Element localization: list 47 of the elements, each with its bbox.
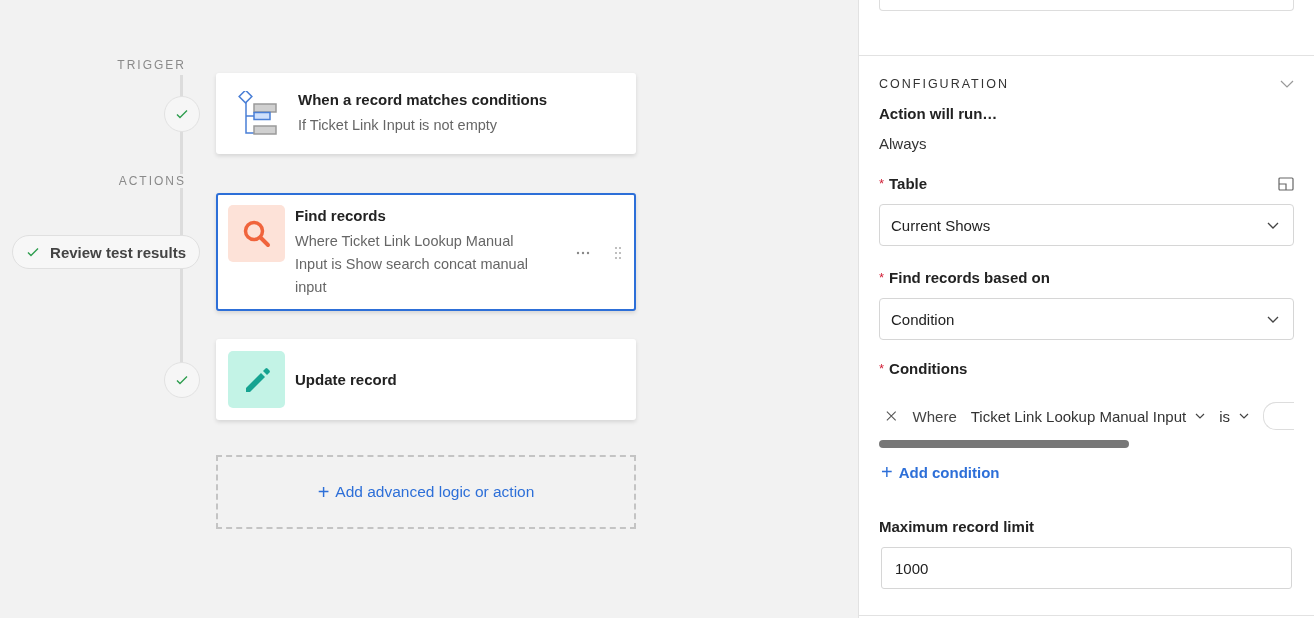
chevron-icon	[1267, 315, 1279, 323]
condition-prefix: Where	[912, 407, 957, 425]
input-field[interactable]	[879, 0, 1294, 11]
chevron-icon	[1195, 413, 1206, 419]
check-icon	[26, 245, 41, 259]
close-icon[interactable]	[886, 410, 897, 422]
field-dropdown[interactable]: Ticket Link Lookup Manual Input	[970, 407, 1206, 425]
dropdown[interactable]: Current Shows	[879, 204, 1294, 246]
trigger-card[interactable]: When a record matches conditions If Ticket Link Input is not empty	[216, 73, 636, 154]
required-mark: *	[879, 361, 885, 376]
review-results-button[interactable]: Review test results	[12, 235, 200, 269]
tree-icon	[236, 90, 280, 137]
action-card[interactable]: Update record	[216, 339, 636, 420]
chevron-icon[interactable]	[1280, 80, 1294, 88]
pencil-icon	[228, 351, 285, 408]
field-label: Conditions	[889, 360, 968, 377]
required-mark: *	[879, 176, 885, 191]
more-icon[interactable]	[576, 251, 590, 255]
value-field[interactable]	[1263, 402, 1294, 430]
action-card[interactable]: Find records Where Ticket Link Lookup Manual Input is Show search concat manual input	[216, 193, 636, 311]
field-label: Find records based on	[889, 269, 1050, 286]
chevron-icon	[1267, 221, 1279, 229]
add-logic-button[interactable]: + Add advanced logic or action	[216, 455, 636, 529]
field-label: Action will run…	[879, 105, 999, 122]
drag-handle-icon[interactable]	[614, 246, 622, 260]
card-title: Find records	[295, 207, 387, 224]
section-label: TRIGGER	[117, 58, 186, 72]
scrollbar[interactable]	[879, 440, 1129, 448]
input-field[interactable]: 1000	[881, 547, 1292, 589]
dropdown[interactable]: Condition	[879, 298, 1294, 340]
check-icon	[164, 361, 200, 398]
search-icon	[228, 205, 285, 262]
card-subtitle: If Ticket Link Input is not empty	[298, 115, 499, 135]
field-label: Maximum record limit	[879, 518, 1035, 535]
field-value: Always	[879, 135, 928, 152]
section-title: CONFIGURATION	[879, 77, 1009, 91]
card-title: Update record	[295, 371, 397, 388]
add-condition-link[interactable]: + Add condition	[879, 461, 1002, 484]
check-icon	[164, 95, 200, 132]
expand-icon[interactable]	[1278, 176, 1294, 191]
field-label: Table	[889, 175, 928, 192]
section-label: ACTIONS	[118, 174, 186, 188]
required-mark: *	[879, 270, 885, 285]
card-title: When a record matches conditions	[298, 90, 548, 108]
card-subtitle: Where Ticket Link Lookup Manual Input is Show search concat manual input	[295, 232, 529, 297]
operator-dropdown[interactable]: is	[1219, 407, 1249, 425]
chevron-icon	[1239, 413, 1249, 419]
